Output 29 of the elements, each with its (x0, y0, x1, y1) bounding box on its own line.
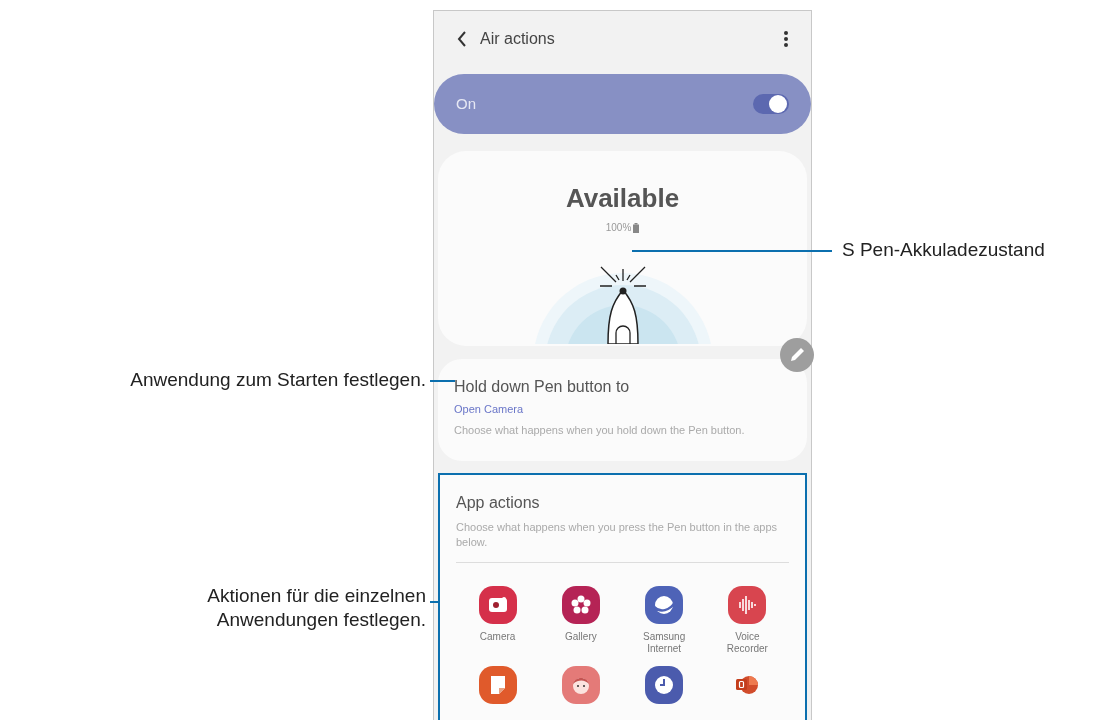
setting-description: Choose what happens when you hold down the Pen button. (454, 422, 746, 438)
battery-icon (633, 222, 640, 233)
section-description: Choose what happens when you press the Pen button in the apps below. (456, 520, 779, 550)
callout-text: S Pen-Akkuladezustand (842, 238, 1045, 262)
callout-text: Anwendung zum Starten festlegen. (130, 368, 426, 392)
sound-wave-icon[interactable] (727, 585, 768, 625)
callout-text: Aktionen für die einzelnen Anwendungen festlegen. (207, 584, 426, 632)
status-title: Available (565, 182, 680, 215)
screen-title: Air actions (480, 28, 556, 49)
toggle-switch[interactable] (753, 94, 789, 114)
section-title: App actions (456, 493, 541, 513)
battery-percentage: 100% (605, 221, 632, 235)
app-label: Gallery (564, 631, 598, 643)
app-label: Samsung Internet (642, 631, 687, 655)
clock-icon[interactable] (644, 665, 685, 705)
pencil-edit-icon[interactable] (780, 338, 814, 372)
setting-title: Hold down Pen button to (454, 377, 631, 397)
more-options-icon[interactable] (783, 29, 789, 48)
flower-icon[interactable] (560, 585, 601, 625)
face-icon[interactable] (560, 665, 601, 705)
setting-value: Open Camera (454, 402, 525, 417)
camera-icon[interactable] (477, 585, 518, 625)
hold-setting-card[interactable]: Hold down Pen button to Open Camera Choose what happens when you hold down the Pen button. (438, 359, 807, 461)
app-label: Voice Recorder (725, 631, 769, 655)
app-label: Camera (478, 631, 517, 643)
switch-label: On (456, 93, 477, 114)
note-icon[interactable] (477, 665, 518, 705)
back-icon[interactable] (456, 29, 468, 48)
planet-icon[interactable] (644, 585, 685, 625)
